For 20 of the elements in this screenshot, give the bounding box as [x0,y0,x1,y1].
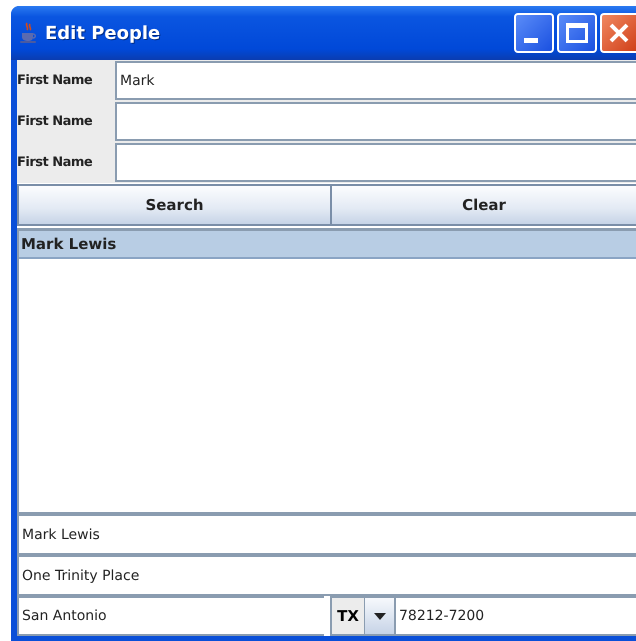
action-button[interactable]: Search [17,184,330,226]
name-field[interactable]: Mark Lewis [17,514,636,555]
action-button[interactable]: Clear [330,184,636,226]
input-field[interactable] [115,143,636,182]
input-field[interactable]: Mark [115,61,636,100]
close-button[interactable] [600,13,636,53]
minimize-button[interactable] [514,13,554,53]
maximize-button[interactable] [557,13,597,53]
caret-icon [374,612,386,620]
field-label: First Name [17,113,94,131]
list-item[interactable]: Mark Lewis [19,231,636,259]
city-field[interactable]: San Antonio [17,596,324,636]
field-label: First Name [17,72,94,90]
zip-field[interactable]: 78212-7200 [396,596,636,636]
street-field[interactable]: One Trinity Place [17,555,636,596]
input-field[interactable] [115,102,636,141]
field-label: First Name [17,154,94,172]
state-dropdown[interactable]: TX [330,596,396,636]
cup-icon [19,22,39,44]
window-title: Edit People [45,22,162,44]
